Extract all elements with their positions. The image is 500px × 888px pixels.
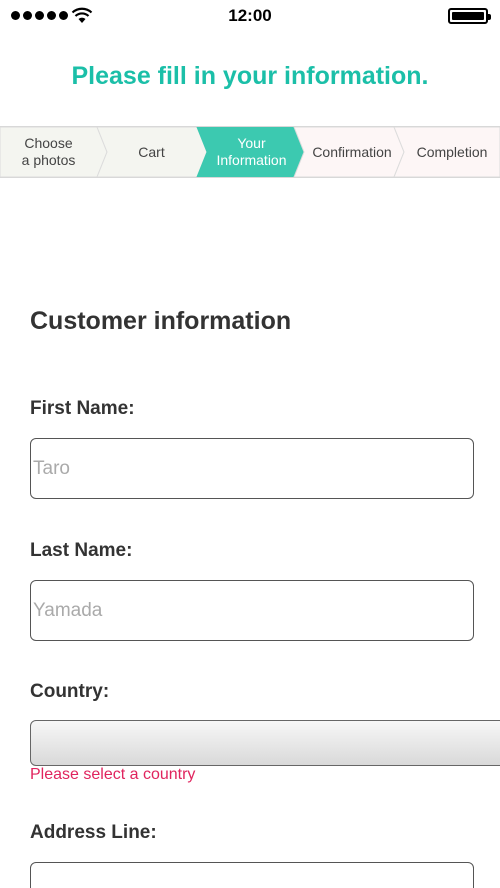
step-label-line2: a photos — [21, 152, 76, 168]
page-title: Please fill in your information. — [71, 62, 429, 90]
first-name-label: First Name: — [30, 398, 135, 419]
step-label-line1: Choose — [24, 135, 73, 151]
section-title: Customer information — [30, 307, 292, 335]
status-bar: 12:00 — [0, 0, 500, 32]
last-name-field[interactable] — [30, 580, 474, 641]
status-time: 12:00 — [228, 6, 272, 25]
step-completion: Completion — [404, 127, 500, 177]
step-your-information: Your Information — [203, 127, 300, 177]
progress-stepper: Choose a photos Cart Your Information Conf… — [0, 126, 500, 178]
step-cart[interactable]: Cart — [103, 127, 200, 177]
country-select[interactable] — [30, 720, 500, 766]
step-label: Completion — [416, 143, 488, 160]
step-choose-photos[interactable]: Choose a photos — [0, 127, 97, 177]
battery-fill — [452, 12, 484, 20]
address-line-field[interactable] — [30, 862, 474, 888]
step-label-line2: Information — [216, 152, 287, 168]
last-name-label: Last Name: — [30, 540, 133, 561]
country-error-message: Please select a country — [30, 766, 196, 783]
first-name-field[interactable] — [30, 438, 474, 499]
address-line-label: Address Line: — [30, 822, 157, 843]
step-label-line1: Your — [237, 135, 266, 151]
step-confirmation: Confirmation — [302, 127, 402, 177]
step-label: Confirmation — [312, 143, 392, 160]
battery-icon — [448, 8, 491, 24]
step-label: Cart — [138, 143, 165, 160]
country-label: Country: — [30, 681, 110, 702]
